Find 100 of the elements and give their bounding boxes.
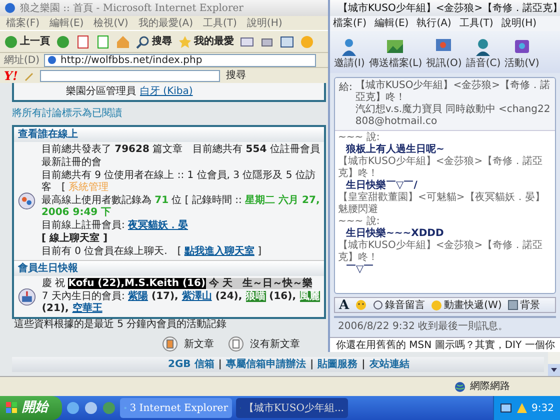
window-title: 狼之樂園 :: 首頁 - Microsoft Internet Explorer — [20, 2, 244, 16]
sender-line: 【城市KUSO少年組】<金莎狼>【奇修．諾亞克】咚！ — [338, 240, 544, 264]
footer-link[interactable]: 友站連結 — [369, 357, 410, 372]
wink-icon — [431, 300, 442, 310]
messenger-icon[interactable] — [102, 401, 116, 415]
sender-line: ~~~ 說: — [338, 132, 381, 144]
globe-icon — [454, 380, 466, 392]
search-button[interactable]: 搜尋 — [226, 70, 246, 82]
yahoo-logo[interactable]: Y! — [4, 70, 18, 82]
toolbar-button[interactable]: 語音(C) — [466, 36, 501, 71]
smiley-icon[interactable] — [355, 299, 368, 311]
toolbar-button[interactable]: 邀請(I) — [334, 36, 365, 71]
sender-line: ~~~ 說: — [338, 216, 381, 228]
image-icon — [508, 300, 518, 310]
info-line: 目前總共發表了 79628 篇文章 目前總共有 554 位註冊會員 — [41, 144, 320, 156]
background-button[interactable]: 背景 — [508, 298, 540, 312]
mail-icon[interactable] — [240, 34, 254, 48]
font-button[interactable]: A — [339, 298, 350, 312]
start-button[interactable]: 開始 — [0, 396, 62, 420]
info-line: 目前總共有 9 位使用者在線上 :: 1 位會員, 3 位隱形及 5 位訪客 [ 系統管理 — [41, 170, 316, 194]
separator: | — [218, 358, 222, 372]
menu-item[interactable]: 說明(H) — [501, 16, 537, 31]
forward-icon[interactable] — [56, 34, 70, 48]
pencil-icon[interactable] — [24, 70, 34, 80]
topic-icon — [228, 336, 244, 352]
info-line: 慶 祝 Kofu (22),M.S.Keith (16) 今 天 生～日～快～樂 — [42, 278, 314, 290]
sender-line: 【皇室甜歡董園】<可魅貓>【夜冥貓妖．晏】魅腰閃避 — [338, 192, 546, 216]
recipient-text: 【城市KUSO少年組】<金莎狼>【奇修．諾亞克】咚！ — [355, 80, 551, 104]
home-icon[interactable] — [116, 34, 130, 48]
legend-label: 沒有新文章 — [250, 338, 300, 352]
address-field[interactable]: http://wolfbbs.net/index.php — [44, 54, 316, 66]
address-label: 網址(D) — [4, 54, 40, 68]
menu-item[interactable]: 執行(A) — [416, 16, 452, 31]
member-link[interactable]: 空華王 — [72, 303, 102, 314]
message-text: 生日快樂~~~XDDD — [344, 228, 445, 240]
recipient-text: 汽幻想v.s.魔力寶貝 同時啟動中 <chang22808@hotmail.co — [355, 104, 551, 128]
menu-item[interactable]: 編輯(E) — [50, 16, 84, 30]
footer-link[interactable]: 貼圖服務 — [318, 357, 358, 372]
mark-read-link[interactable]: 將所有討論標示為已閱讀 — [12, 108, 122, 119]
info-line: 目前線上註冊會員: 夜冥貓妖．晏 — [41, 220, 189, 232]
info-line: [ 線上聊天室 ] — [41, 233, 109, 245]
yahoo-search-field[interactable] — [40, 70, 220, 82]
window-title: 【城市KUSO少年組】<金莎狼>【奇修．諾亞克】 — [338, 2, 560, 16]
back-icon[interactable] — [4, 34, 18, 48]
menu-item[interactable]: 編輯(E) — [374, 16, 409, 31]
member-link[interactable]: 紫澤山 — [182, 291, 212, 302]
ad-banner[interactable]: 你還在用舊舊的 MSN 圖示嗎？其實，DIY 一個你 — [330, 337, 560, 352]
message-text: 狼板上有人過生日呢~ — [344, 144, 446, 156]
clock: 9:32 — [532, 402, 554, 416]
moderator-link[interactable]: 白牙 (Kiba) — [140, 84, 193, 99]
favorites-button[interactable]: 我的最愛 — [178, 34, 234, 49]
back-button[interactable]: 上一頁 — [4, 34, 50, 49]
legend-label: 新文章 — [184, 338, 214, 352]
menu-item[interactable]: 檔案(F) — [333, 16, 367, 31]
menu-item[interactable]: 檔案(F) — [6, 16, 40, 30]
winks-button[interactable]: 動畫快遞(W) — [431, 298, 502, 312]
sender-line: 【城市KUSO少年組】<金莎狼>【奇修．諾亞克】咚！ — [338, 156, 544, 180]
info-line: 最高線上使用者數記錄為 71 位 [ 記錄時間 :: 星期二 六月 27, 2006 9:49 下 — [41, 195, 320, 219]
search-icon[interactable] — [136, 34, 150, 48]
separator: | — [310, 358, 314, 372]
menu-item[interactable]: 說明(H) — [246, 16, 282, 30]
separator: | — [362, 358, 366, 372]
page-icon — [46, 55, 57, 65]
toolbar-button[interactable]: 傳送檔案(L) — [368, 36, 422, 71]
cake-icon — [18, 286, 36, 308]
footer-link[interactable]: 專屬信箱申請辦法 — [226, 357, 306, 372]
menu-item[interactable]: 我的最愛(A) — [138, 16, 193, 30]
section-title: 查看誰在線上 — [14, 127, 324, 142]
network-icon[interactable] — [500, 402, 512, 414]
member-link[interactable]: 點我進入聊天室 — [184, 246, 254, 257]
taskbar-button[interactable]: 【城市KUSO少年組... — [236, 398, 348, 418]
activity-note: 這些資料根據的是最近 5 分鐘內會員的活動記錄 — [14, 319, 227, 330]
speaker-icon — [373, 300, 384, 310]
search-button[interactable]: 搜尋 — [136, 34, 172, 49]
section-title: 會員生日快報 — [14, 260, 324, 276]
toolbar-button[interactable]: 活動(V) — [504, 36, 540, 71]
media-icon[interactable] — [84, 401, 98, 415]
smiley-icon[interactable] — [300, 34, 314, 48]
toolbar-button[interactable]: 視訊(O) — [426, 36, 462, 71]
last-message-status: 2006/8/22 9:32 收到最後一則訊息。 — [337, 321, 510, 333]
stop-icon[interactable] — [76, 34, 90, 48]
member-link[interactable]: 紫陽 — [128, 291, 148, 302]
users-icon — [18, 190, 36, 212]
menu-item[interactable]: 工具(T) — [459, 16, 494, 31]
menu-item[interactable]: 工具(T) — [203, 16, 237, 30]
footer-link[interactable]: 2GB 信箱 — [168, 357, 214, 372]
info-line: 目前有 0 位會員在線上聊天. [ 點我進入聊天室 ] — [41, 246, 263, 258]
windows-logo-icon — [6, 402, 18, 414]
message-text: 生日快樂￣▽￣/ — [344, 180, 418, 192]
info-line: 最新註冊的會 — [41, 157, 102, 169]
browser-icon[interactable] — [66, 401, 80, 415]
to-label: 給: — [339, 81, 352, 95]
member-link[interactable]: 夜冥貓妖．晏 — [128, 220, 188, 231]
browser-icon — [4, 2, 16, 14]
zone-label: 網際網路 — [470, 380, 510, 394]
message-text: ￣▽￣ — [345, 264, 375, 276]
moderator-label: 樂園分區管理員 — [66, 84, 136, 99]
refresh-icon[interactable] — [96, 34, 110, 48]
voice-clip-button[interactable]: 錄音留言 — [373, 298, 426, 312]
menu-item[interactable]: 檢視(V) — [94, 16, 128, 30]
